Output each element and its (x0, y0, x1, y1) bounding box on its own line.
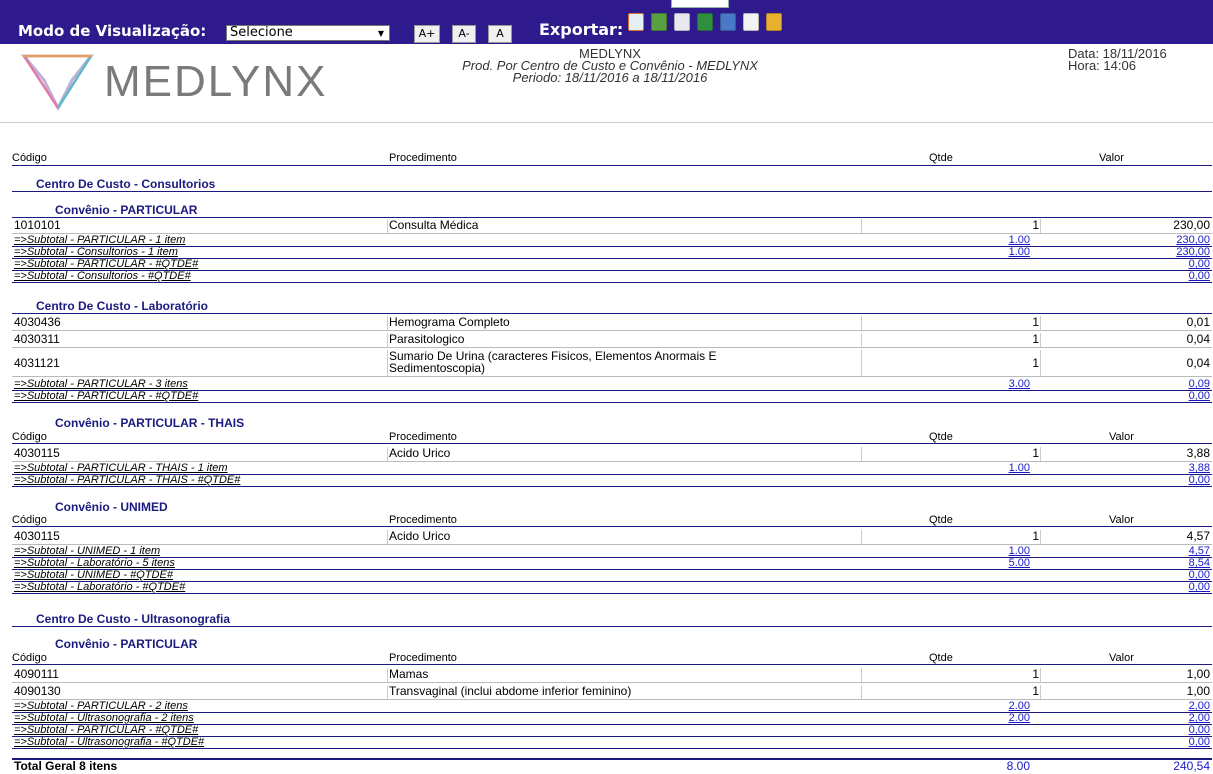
logo-mark-icon (20, 54, 95, 112)
view-mode-value: Selecione (230, 25, 293, 40)
toolbar: Modo de Visualização: Selecione ▼ A+ A- … (0, 0, 1213, 44)
table-row: 1010101 Consulta Médica 1 230,00 (12, 218, 1212, 234)
group-underline (12, 191, 1212, 192)
grand-total-row: Total Geral 8 itens 8.00 240,54 (12, 758, 1212, 772)
subtotal-row[interactable]: =>Subtotal - UNIMED - #QTDE# 0,00 (12, 570, 1212, 582)
view-mode-label: Modo de Visualização: (18, 22, 207, 40)
column-headers: Código Procedimento Qtde Valor (12, 152, 1212, 166)
document-icon[interactable] (674, 13, 690, 31)
print-icon[interactable] (651, 13, 667, 31)
subtotal-row[interactable]: =>Subtotal - PARTICULAR - #QTDE# 0,00 (12, 259, 1212, 271)
txt-icon[interactable] (743, 13, 759, 31)
group-underline (12, 313, 1212, 314)
table-row: 4031121 Sumario De Urina (caracteres Fis… (12, 349, 1212, 377)
subtotal-row[interactable]: =>Subtotal - Laboratório - #QTDE# 0,00 (12, 582, 1212, 594)
table-row: 4030311 Parasitologico 1 0,04 (12, 332, 1212, 348)
subtotal-row[interactable]: =>Subtotal - PARTICULAR - #QTDE# 0,00 (12, 391, 1212, 403)
word-icon[interactable] (720, 13, 736, 31)
col-header-value: Valor (1099, 152, 1124, 164)
group-insurance: Convênio - PARTICULAR (55, 203, 198, 217)
grand-total-value: 240,54 (1173, 759, 1210, 773)
subtotal-row[interactable]: =>Subtotal - UNIMED - 1 item 1.00 4,57 (12, 546, 1212, 558)
table-row: 4090130 Transvaginal (inclui abdome infe… (12, 684, 1212, 700)
table-row: 4030115 Acido Urico 1 4,57 (12, 529, 1212, 545)
column-headers: Código Procedimento Qtde Valor (12, 514, 1212, 527)
column-headers: Código Procedimento Qtde Valor (12, 431, 1212, 444)
company-logo: MEDLYNX (20, 50, 325, 115)
report-time: Hora: 14:06 (1068, 58, 1136, 73)
subtotal-row[interactable]: =>Subtotal - Consultorios - #QTDE# 0,00 (12, 271, 1212, 283)
column-headers: Código Procedimento Qtde Valor (12, 652, 1212, 665)
font-increase-button[interactable]: A+ (414, 25, 440, 43)
report-datetime: Data: 18/11/2016 Hora: 14:06 (1068, 47, 1167, 73)
table-row: 4030115 Acido Urico 1 3,88 (12, 446, 1212, 462)
font-reset-button[interactable]: A (488, 25, 512, 43)
table-row: 4090111 Mamas 1 1,00 (12, 667, 1212, 683)
font-decrease-button[interactable]: A- (452, 25, 476, 43)
group-insurance: Convênio - PARTICULAR - THAIS (55, 416, 245, 430)
html-icon[interactable] (766, 13, 782, 31)
col-header-code: Código (12, 152, 47, 164)
view-mode-select[interactable]: Selecione ▼ (226, 25, 390, 41)
table-row: 4030436 Hemograma Completo 1 0,01 (12, 315, 1212, 331)
grand-total-qty: 8.00 (1006, 759, 1030, 773)
header-divider (0, 122, 1213, 123)
subtotal-row[interactable]: =>Subtotal - PARTICULAR - THAIS - #QTDE#… (12, 475, 1212, 487)
tab-sliver (671, 0, 729, 8)
subtotal-row[interactable]: =>Subtotal - Laboratório - 5 itens 5.00 8,… (12, 558, 1212, 570)
col-header-procedure: Procedimento (389, 152, 457, 164)
subtotal-row[interactable]: =>Subtotal - PARTICULAR - 1 item 1.00 230,… (12, 235, 1212, 247)
col-header-qty: Qtde (929, 152, 953, 164)
report-period: Periodo: 18/11/2016 a 18/11/2016 (512, 70, 708, 85)
dropdown-arrow-icon: ▼ (377, 29, 384, 38)
report-heading: MEDLYNX Prod. Por Centro de Custo e Conv… (380, 47, 840, 85)
group-insurance: Convênio - UNIMED (55, 500, 168, 514)
logo-text: MEDLYNX (104, 57, 328, 106)
export-label: Exportar: (539, 20, 624, 39)
excel-icon[interactable] (697, 13, 713, 31)
subtotal-row[interactable]: =>Subtotal - Ultrasonografia - #QTDE# 0,0… (12, 737, 1212, 749)
group-underline (12, 626, 1212, 627)
pdf-icon[interactable] (628, 13, 644, 31)
group-cost-center: Centro De Custo - Laboratório (36, 299, 209, 313)
group-insurance: Convênio - PARTICULAR (55, 637, 198, 651)
grand-total-label: Total Geral 8 itens (14, 759, 118, 773)
group-cost-center: Centro De Custo - Ultrasonografia (36, 612, 231, 626)
group-cost-center: Centro De Custo - Consultorios (36, 177, 216, 191)
